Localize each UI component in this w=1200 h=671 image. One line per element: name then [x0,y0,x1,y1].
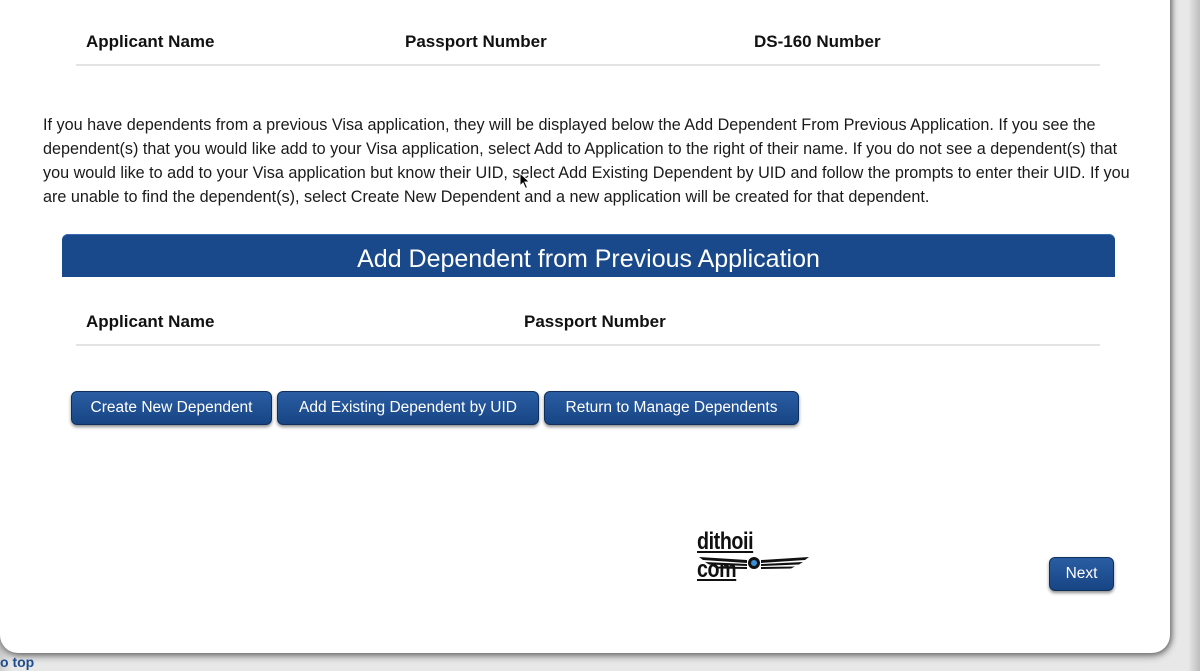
previous-dependents-table-header: Applicant Name Passport Number [76,300,1100,346]
column-applicant-name: Applicant Name [86,32,215,51]
watermark-logo: dithoii com [695,528,813,583]
column-ds160-number: DS-160 Number [754,32,881,51]
page: Applicant Name Passport Number DS-160 Nu… [0,0,1200,671]
return-to-manage-dependents-button[interactable]: Return to Manage Dependents [544,391,799,425]
next-button[interactable]: Next [1049,557,1114,591]
section-title: Add Dependent from Previous Application [357,245,820,273]
wings-icon [699,557,809,569]
dependents-table-header: Applicant Name Passport Number DS-160 Nu… [76,20,1100,66]
column-passport-number: Passport Number [405,32,547,51]
column-applicant-name: Applicant Name [86,312,215,331]
section-title-banner: Add Dependent from Previous Application [62,234,1115,277]
instructions-text: If you have dependents from a previous V… [43,116,1130,206]
add-existing-dependent-button[interactable]: Add Existing Dependent by UID [277,391,539,425]
content-card: Applicant Name Passport Number DS-160 Nu… [0,0,1170,653]
back-to-top-link[interactable]: o top [0,654,34,670]
mouse-cursor-icon [519,172,531,190]
create-new-dependent-button[interactable]: Create New Dependent [71,391,272,425]
column-passport-number: Passport Number [524,312,666,331]
